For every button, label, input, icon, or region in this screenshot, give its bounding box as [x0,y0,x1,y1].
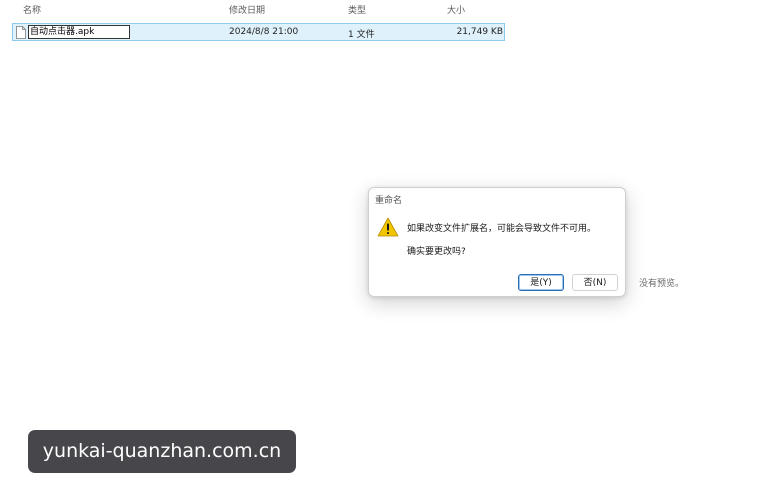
file-explorer-window: 名称 修改日期 类型 大小 自动点击器.apk 2024/8/8 21:00 1… [0,0,763,500]
file-size: 21,749 KB [456,27,503,37]
yes-button[interactable]: 是(Y) [518,274,564,291]
file-row[interactable]: 自动点击器.apk 2024/8/8 21:00 1 文件 21,749 KB [12,23,505,41]
file-date-modified: 2024/8/8 21:00 [229,27,299,37]
column-header-date-modified[interactable]: 修改日期 [229,3,265,16]
file-type: 1 文件 [348,30,375,40]
rename-input[interactable]: 自动点击器.apk [28,25,130,39]
column-header-name[interactable]: 名称 [23,3,41,16]
file-icon [16,26,26,39]
dialog-question: 确实要更改吗? [407,247,466,257]
column-header-type[interactable]: 类型 [348,3,366,16]
dialog-message: 如果改变文件扩展名，可能会导致文件不可用。 [407,224,597,234]
column-header-size[interactable]: 大小 [447,3,465,16]
no-preview-text: 没有预览。 [639,279,685,289]
dialog-title: 重命名 [375,196,403,206]
rename-dialog: 重命名 如果改变文件扩展名，可能会导致文件不可用。 确实要更改吗? 是(Y) 否… [368,187,626,297]
warning-icon [377,217,399,237]
no-button[interactable]: 否(N) [572,274,618,291]
watermark-banner: yunkai-quanzhan.com.cn [28,430,296,473]
